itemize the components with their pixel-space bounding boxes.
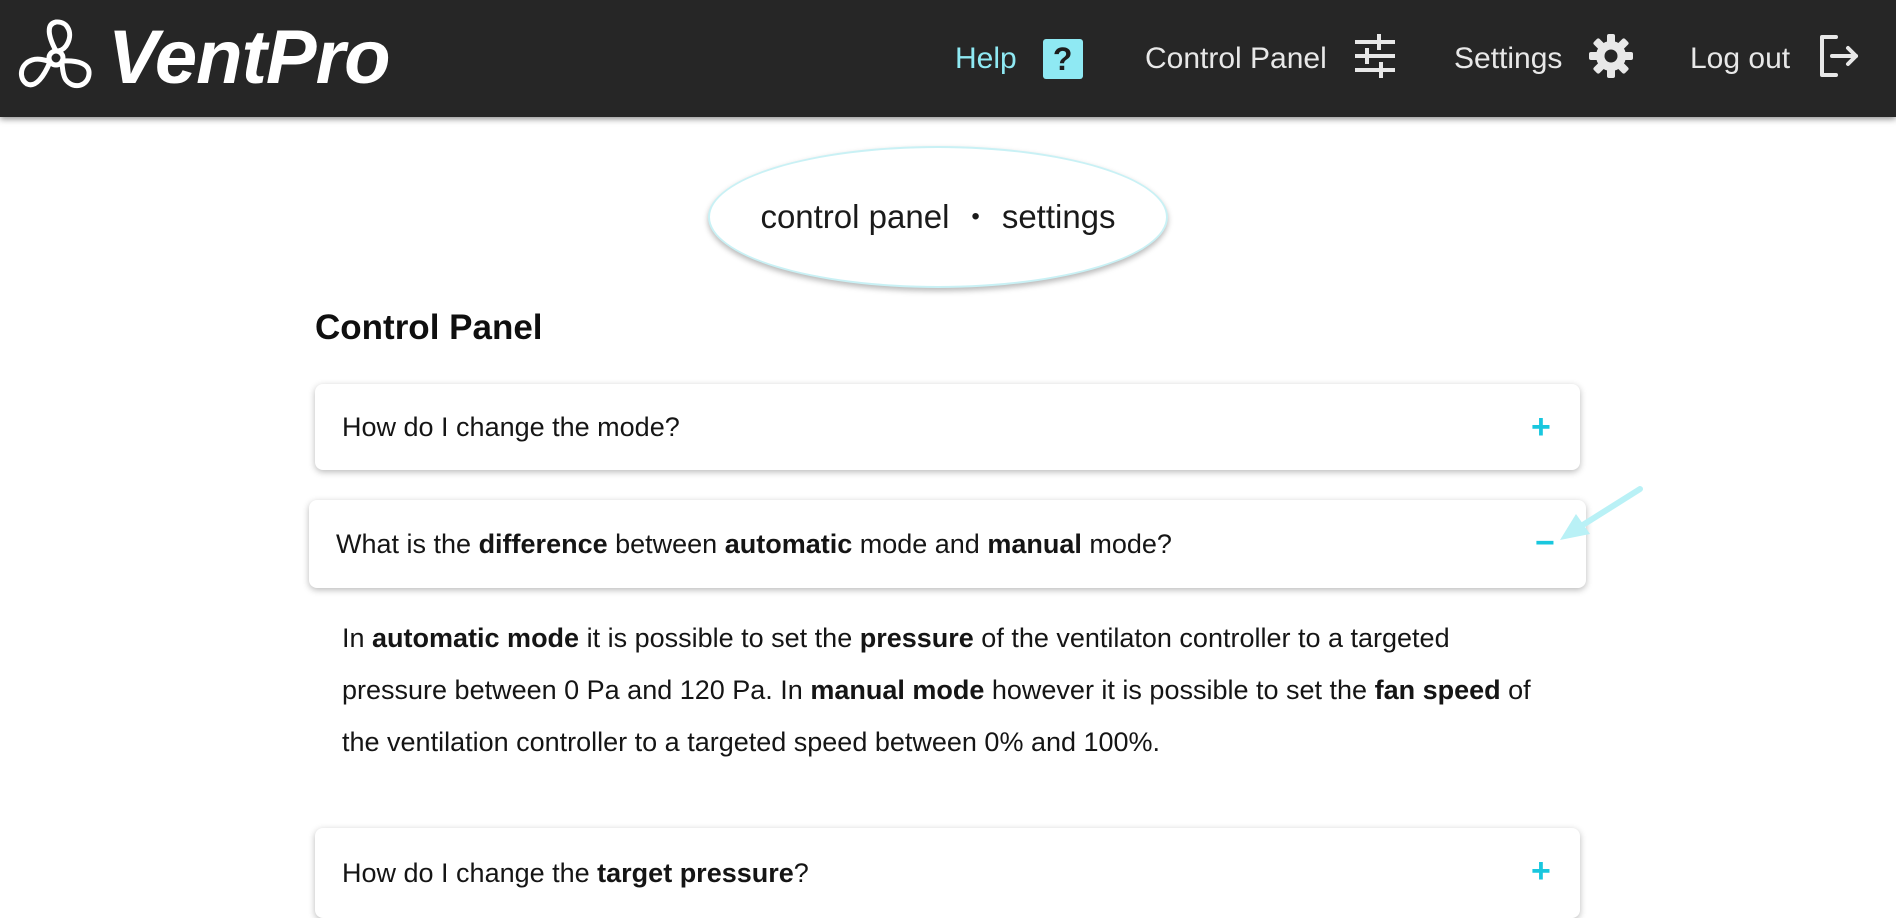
breadcrumb-separator: • [971,203,980,230]
question-icon: ? [1042,38,1083,79]
breadcrumb-settings[interactable]: settings [1002,198,1116,236]
gear-icon [1588,33,1634,84]
expand-plus-icon[interactable]: + [1531,410,1551,444]
faq-item-change-mode[interactable]: How do I change the mode? + [315,384,1580,470]
nav-help-label: Help [955,42,1017,75]
faq-answer: In automatic mode it is possible to set … [342,623,1531,757]
nav-control-panel-label: Control Panel [1145,42,1327,75]
nav-help[interactable]: Help ? [955,0,1083,117]
nav-logout[interactable]: Log out [1690,0,1860,117]
nav-logout-label: Log out [1690,42,1791,75]
sliders-icon [1353,34,1397,83]
faq-item-mode-difference[interactable]: What is the difference between automatic… [309,500,1586,588]
faq-question: What is the difference between automatic… [336,528,1172,559]
nav-settings[interactable]: Settings [1454,0,1634,117]
section-title: Control Panel [315,308,543,347]
breadcrumb: control panel • settings [708,146,1168,288]
collapse-minus-icon[interactable]: − [1535,526,1555,560]
faq-question: How do I change the target pressure? [342,857,809,888]
pointer-arrow-icon [1560,486,1643,540]
top-navbar: VentPro Help ? Control Panel Settings Lo… [0,0,1896,117]
logout-icon [1816,33,1860,84]
fan-logo-icon[interactable] [16,18,96,98]
expand-plus-icon[interactable]: + [1531,854,1551,888]
breadcrumb-control-panel[interactable]: control panel [760,198,949,236]
nav-settings-label: Settings [1454,42,1563,75]
nav-control-panel[interactable]: Control Panel [1145,0,1397,117]
brand-name[interactable]: VentPro [108,10,391,106]
faq-question: How do I change the mode? [342,411,680,442]
faq-item-target-pressure[interactable]: How do I change the target pressure? + [315,828,1580,918]
